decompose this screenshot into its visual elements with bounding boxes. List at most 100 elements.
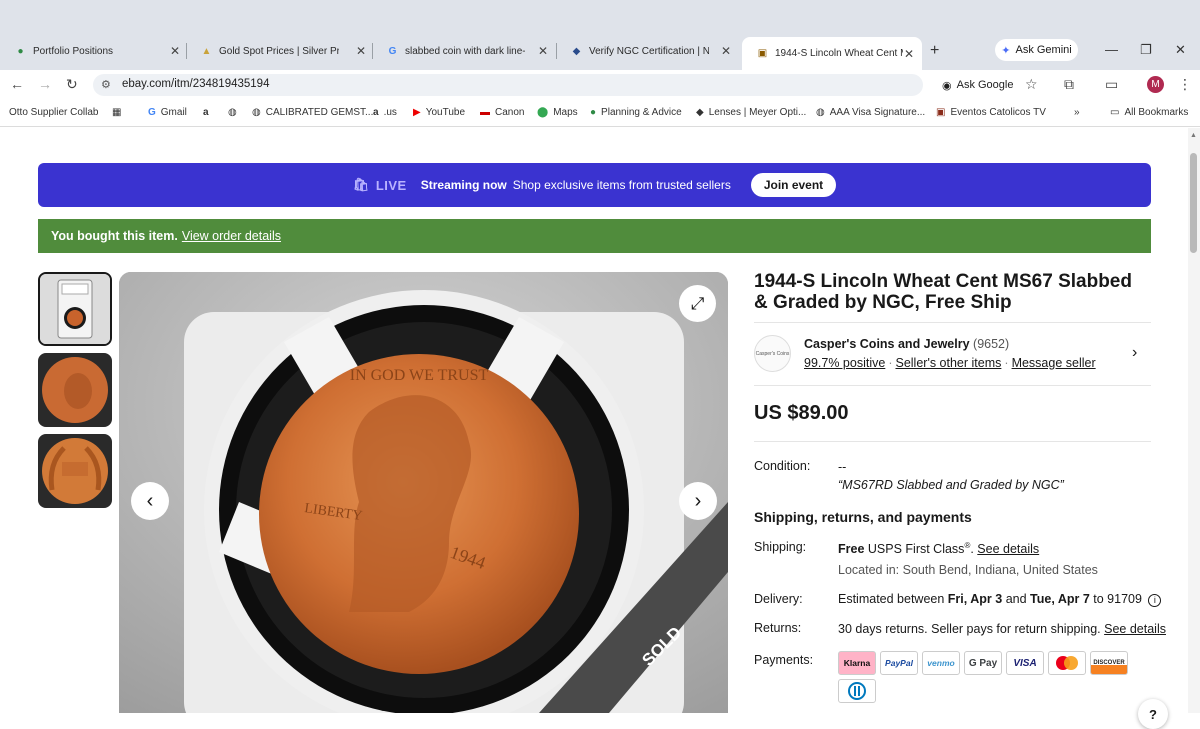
tab-portfolio[interactable]: ● Portfolio Positions ✕ xyxy=(0,38,180,64)
forward-arrow-icon[interactable]: → xyxy=(38,76,52,92)
page-scrollbar[interactable]: ▲ xyxy=(1188,128,1200,713)
condition-value: -- xyxy=(838,460,847,474)
condition-note: “MS67RD Slabbed and Graded by NGC” xyxy=(838,478,1064,492)
shipping-see-details-link[interactable]: See details xyxy=(977,542,1039,556)
cast-icon[interactable]: ▭ xyxy=(1105,76,1118,93)
info-icon[interactable]: i xyxy=(1148,594,1162,607)
globe-icon[interactable]: ◍ xyxy=(228,107,237,118)
discover-icon: DISCOVER xyxy=(1090,651,1128,675)
profile-avatar[interactable]: M xyxy=(1147,76,1164,93)
divider xyxy=(754,385,1151,386)
tab-title: 1944-S Lincoln Wheat Cent MS xyxy=(775,48,903,59)
bookmark-gemstones[interactable]: ◍ CALIBRATED GEMST... xyxy=(252,107,373,118)
bookmark-maps[interactable]: ⬤ Maps xyxy=(537,107,578,118)
visa-icon: VISA xyxy=(1006,651,1044,675)
bookmark-planning[interactable]: ● Planning & Advice xyxy=(590,107,682,118)
view-order-details-link[interactable]: View order details xyxy=(182,229,281,243)
restore-icon[interactable]: ❐ xyxy=(1140,42,1152,58)
bookmark-aaa-visa[interactable]: ◍ AAA Visa Signature... xyxy=(816,107,925,118)
bookmark-canon[interactable]: ▬ Canon xyxy=(480,107,524,118)
youtube-icon: ▶ xyxy=(413,107,421,118)
new-tab-button[interactable]: + xyxy=(930,42,939,60)
globe-icon: ◍ xyxy=(252,107,261,118)
tab-gold-prices[interactable]: ▲ Gold Spot Prices | Silver Prices ✕ xyxy=(186,38,367,64)
amazon-icon[interactable]: a xyxy=(203,107,209,118)
main-product-image[interactable]: IN GOD WE TRUST LIBERTY 1944 SOLD xyxy=(119,272,728,713)
bookmark-amazon-us[interactable]: a .us xyxy=(373,107,397,118)
paypal-icon: PayPal xyxy=(880,651,918,675)
delivery-estimate: Estimated between Fri, Apr 3 and Tue, Ap… xyxy=(838,592,1162,607)
back-arrow-icon[interactable]: ← xyxy=(10,76,24,92)
thumbnail-reverse[interactable] xyxy=(38,434,112,508)
bookmark-otto[interactable]: Otto Supplier Collab xyxy=(9,107,99,118)
scroll-up-icon[interactable]: ▲ xyxy=(1190,132,1197,139)
next-image-button[interactable]: › xyxy=(679,482,717,520)
tab-title: Portfolio Positions xyxy=(33,45,114,57)
reload-icon[interactable]: ↻ xyxy=(66,76,78,93)
join-event-button[interactable]: Join event xyxy=(750,173,837,197)
purchase-notice: You bought this item. View order details xyxy=(38,219,1151,253)
seller-positive-link[interactable]: 99.7% positive xyxy=(804,356,885,370)
coin-obverse-thumbnail xyxy=(38,353,112,427)
tab-ebay-item[interactable]: ▣ 1944-S Lincoln Wheat Cent MS ✕ xyxy=(742,37,922,70)
tab-title: Gold Spot Prices | Silver Prices xyxy=(219,45,339,57)
divider xyxy=(754,441,1151,442)
message-seller-link[interactable]: Message seller xyxy=(1012,356,1096,370)
tv-icon: ▣ xyxy=(936,107,946,118)
extensions-icon[interactable]: ⧉ xyxy=(1064,76,1074,93)
thumbnail-obverse[interactable] xyxy=(38,353,112,427)
site-settings-icon[interactable]: ⚙ xyxy=(101,78,111,91)
tab-ngc-verify[interactable]: ◆ Verify NGC Certification | NGC ✕ xyxy=(556,38,731,64)
ask-gemini-label: Ask Gemini xyxy=(1015,44,1072,56)
gemini-sparkle-icon: ✦ xyxy=(1001,44,1011,57)
delivery-label: Delivery: xyxy=(754,592,803,606)
address-bar[interactable]: ⚙ ebay.com/itm/234819435194 xyxy=(93,74,923,96)
tab-google-search[interactable]: G slabbed coin with dark line- ho ✕ xyxy=(372,38,548,64)
seller-name[interactable]: Casper's Coins and Jewelry xyxy=(804,337,970,351)
mastercard-logo xyxy=(1056,656,1078,670)
apps-grid-icon[interactable]: ▦ xyxy=(112,107,121,118)
shipping-value: Free USPS First Class®. See details xyxy=(838,541,1040,557)
purchase-notice-text: You bought this item. xyxy=(51,229,178,243)
google-pay-icon: G Pay xyxy=(964,651,1002,675)
ask-google-label: Ask Google xyxy=(956,79,1014,91)
streaming-now-label: Streaming now xyxy=(420,178,507,192)
seller-links: 99.7% positive · Seller's other items · Mess… xyxy=(804,356,1096,370)
expand-image-button[interactable]: ⤢ xyxy=(679,285,716,322)
bookmark-gmail[interactable]: G Gmail xyxy=(148,107,187,118)
ngc-favicon-icon: ◆ xyxy=(572,45,581,57)
svg-text:IN GOD WE TRUST: IN GOD WE TRUST xyxy=(350,367,489,384)
help-button[interactable]: ? xyxy=(1138,699,1168,729)
seller-other-items-link[interactable]: Seller's other items xyxy=(895,356,1001,370)
shipping-label: Shipping: xyxy=(754,540,807,554)
bookmark-lenses[interactable]: ◆ Lenses | Meyer Opti... xyxy=(696,107,806,118)
chevron-right-icon[interactable]: › xyxy=(1132,344,1137,362)
shopping-bag-icon: 🛍 xyxy=(352,177,370,192)
menu-icon[interactable]: ⋮ xyxy=(1178,76,1192,93)
banner-text: Shop exclusive items from trusted seller… xyxy=(512,178,731,192)
bookmark-star-icon[interactable]: ☆ xyxy=(1025,76,1038,93)
ask-google-button[interactable]: ◉ Ask Google xyxy=(934,75,1022,95)
bookmark-youtube[interactable]: ▶ YouTube xyxy=(413,107,465,118)
bookmark-eventos[interactable]: ▣ Eventos Catolicos TV xyxy=(936,107,1046,118)
canon-icon: ▬ xyxy=(480,107,490,118)
scrollbar-thumb[interactable] xyxy=(1190,153,1197,253)
thumbnail-slab[interactable] xyxy=(38,272,112,346)
google-lens-icon: ◉ xyxy=(942,79,952,92)
ask-gemini-button[interactable]: ✦ Ask Gemini xyxy=(995,39,1078,61)
previous-image-button[interactable]: ‹ xyxy=(131,482,169,520)
seller-logo[interactable]: Casper's Coins xyxy=(754,335,791,372)
all-bookmarks-button[interactable]: ▭ All Bookmarks xyxy=(1110,107,1188,118)
item-title: 1944-S Lincoln Wheat Cent MS67 Slabbed &… xyxy=(754,271,1132,313)
amazon-icon: a xyxy=(373,107,379,118)
close-window-icon[interactable]: ✕ xyxy=(1175,42,1186,58)
returns-see-details-link[interactable]: See details xyxy=(1104,622,1166,636)
minimize-icon[interactable]: — xyxy=(1105,42,1118,57)
url-text: ebay.com/itm/234819435194 xyxy=(122,78,270,90)
live-event-banner[interactable]: 🛍 LIVE Streaming now Shop exclusive item… xyxy=(38,163,1151,207)
close-icon[interactable]: ✕ xyxy=(904,47,914,61)
more-bookmarks-icon[interactable]: » xyxy=(1074,107,1080,118)
chevron-right-icon: › xyxy=(694,489,702,512)
klarna-icon: Klarna xyxy=(838,651,876,675)
payments-label: Payments: xyxy=(754,653,814,667)
